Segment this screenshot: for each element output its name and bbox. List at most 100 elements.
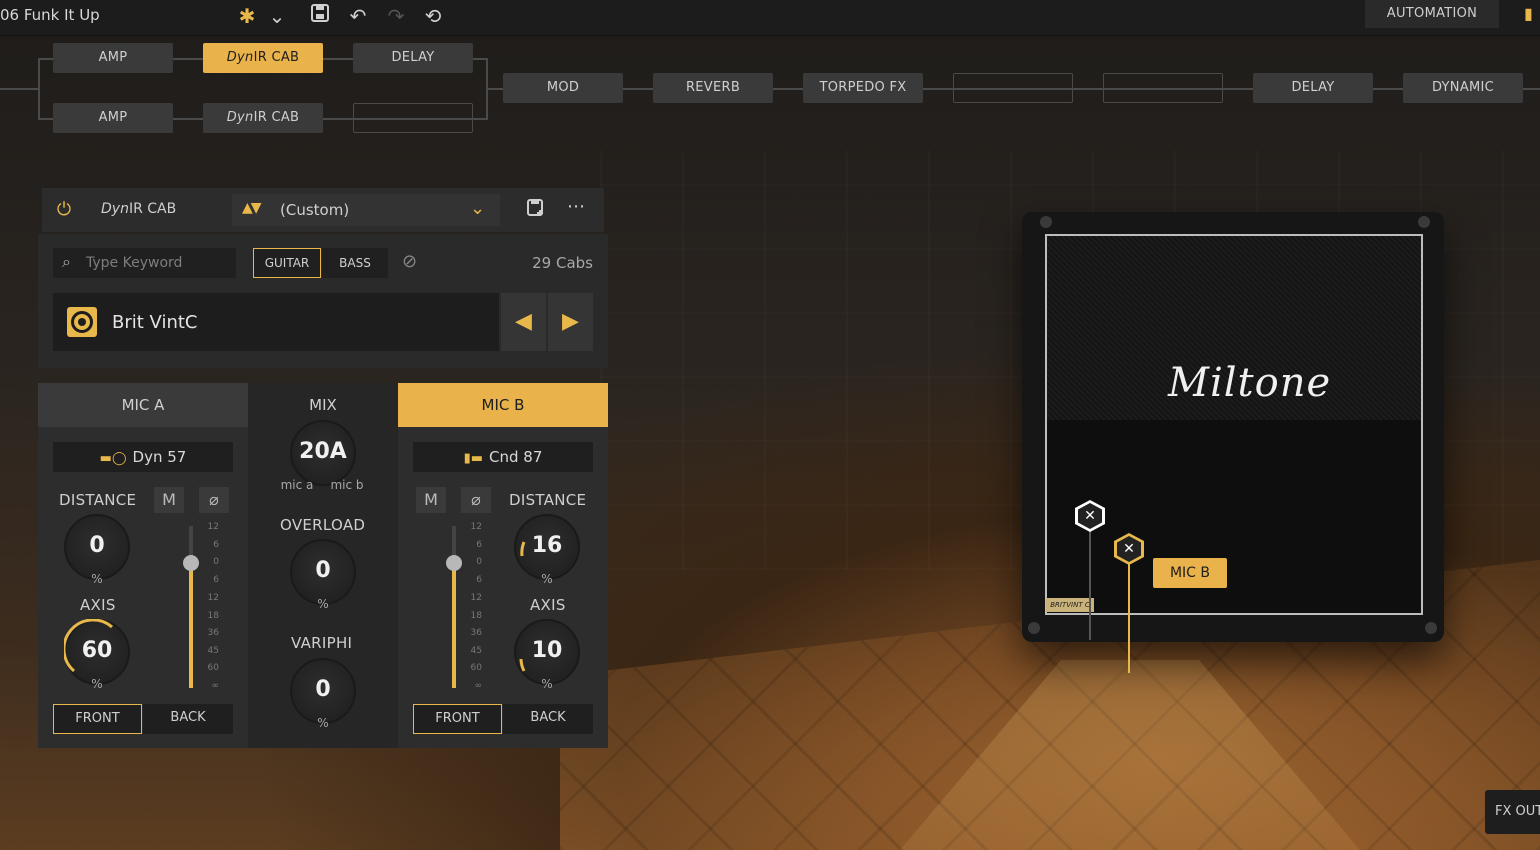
slot-label-italic: Dyn (226, 50, 254, 65)
favorite-star-icon[interactable]: ✱ (232, 2, 262, 30)
cab-count: 29 Cabs (532, 254, 593, 272)
bass-toggle[interactable]: BASS (322, 248, 388, 278)
slot-label: REVERB (685, 80, 741, 95)
chain-slot-empty[interactable] (1103, 73, 1223, 103)
chain-line (38, 58, 40, 118)
slot-label: DELAY (1291, 80, 1335, 95)
mic-a-fader-fill (189, 563, 193, 688)
mic-a-tab[interactable]: MIC A (38, 383, 248, 427)
close-icon: ✕ (1078, 503, 1102, 529)
overload-label: OVERLOAD (280, 516, 366, 534)
guitar-toggle[interactable]: GUITAR (253, 248, 321, 278)
undo-icon[interactable]: ↶ (343, 2, 373, 30)
chain-slot-dynamic[interactable]: DYNAMIC (1403, 73, 1523, 103)
scale-tick: 18 (207, 611, 219, 621)
scale-tick: 12 (470, 593, 482, 603)
scale-tick: 6 (213, 540, 219, 550)
mic-a-back-button[interactable]: BACK (143, 704, 233, 734)
cabinet-corner (1418, 216, 1430, 228)
save-preset-icon[interactable] (524, 198, 548, 223)
mic-b-axis-value: 10 (531, 638, 563, 663)
more-options-icon[interactable]: ⋯ (567, 196, 586, 217)
mic-b-mute-button[interactable]: M (416, 487, 446, 513)
cabinet-brand-logo: Miltone (1168, 360, 1332, 406)
scale-tick: 6 (213, 575, 219, 585)
slot-label: DELAY (391, 50, 435, 65)
mic-b-front-button[interactable]: FRONT (413, 704, 502, 734)
mic-b-fader-handle[interactable] (446, 555, 462, 571)
close-icon: ✕ (1117, 536, 1141, 562)
overload-unit: % (317, 597, 329, 611)
scale-tick: 60 (470, 663, 482, 673)
scale-tick: 0 (213, 557, 219, 567)
slot-label: AMP (98, 110, 128, 125)
variphi-value: 0 (315, 677, 331, 702)
mic-b-distance-label: DISTANCE (509, 491, 587, 509)
mic-a-axis-label: AXIS (80, 596, 116, 614)
scale-tick: 45 (207, 646, 219, 656)
fx-out-button[interactable]: FX OUT (1485, 790, 1540, 834)
scale-tick: 60 (207, 663, 219, 673)
mic-b-axis-label: AXIS (530, 596, 566, 614)
mic-a-front-button[interactable]: FRONT (53, 704, 142, 734)
chain-slot-mod[interactable]: MOD (503, 73, 623, 103)
condenser-mic-icon: ▮▬ (463, 451, 484, 466)
chain-slot-reverb[interactable]: REVERB (653, 73, 773, 103)
chain-slot-empty[interactable] (953, 73, 1073, 103)
chain-slot-delay-2[interactable]: DELAY (1253, 73, 1373, 103)
lock-icon[interactable]: ▮ (1524, 4, 1540, 24)
preset-arrows-icon[interactable]: ▲▼ (242, 200, 261, 216)
save-icon-svg (311, 4, 329, 22)
scale-tick: 12 (207, 593, 219, 603)
search-icon: ⌕ (62, 252, 71, 271)
slot-label: IR CAB (253, 50, 300, 65)
chevron-down-icon[interactable]: ⌄ (470, 198, 485, 219)
preset-title[interactable]: 06 Funk It Up (0, 6, 100, 24)
mic-b-phase-button[interactable]: ⌀ (461, 487, 491, 513)
next-cab-button[interactable]: ▶ (548, 293, 593, 351)
chain-slot-empty[interactable] (353, 103, 473, 133)
mic-a-distance-value: 0 (89, 533, 105, 558)
mic-a-axis-unit: % (91, 677, 103, 691)
redo-icon[interactable]: ↷ (381, 2, 411, 30)
slot-label: DYNAMIC (1431, 80, 1495, 95)
mic-b-model-select[interactable]: ▮▬ Cnd 87 (413, 442, 593, 472)
automation-button[interactable]: AUTOMATION (1365, 0, 1499, 28)
module-name-text: IR CAB (128, 201, 177, 217)
mic-a-mute-button[interactable]: M (154, 487, 184, 513)
search-input[interactable] (86, 252, 231, 274)
unlink-icon[interactable]: ⊘ (402, 251, 417, 272)
preset-select[interactable] (232, 194, 500, 226)
scale-tick: 6 (476, 575, 482, 585)
selected-cab-name: Brit VintC (112, 312, 198, 333)
chain-slot-delay-1[interactable]: DELAY (353, 43, 473, 73)
chain-slot-amp-2[interactable]: AMP (53, 103, 173, 133)
mic-a-distance-label: DISTANCE (59, 491, 137, 509)
chevron-down-icon[interactable]: ⌄ (262, 2, 292, 30)
chain-slot-torpedo-fx[interactable]: TORPEDO FX (803, 73, 923, 103)
top-bar (0, 0, 1540, 36)
chain-slot-amp-1[interactable]: AMP (53, 43, 173, 73)
slot-label-italic: Dyn (226, 110, 254, 125)
mic-b-back-button[interactable]: BACK (503, 704, 593, 734)
mic-b-tag: MIC B (1153, 558, 1227, 588)
mic-b-tab[interactable]: MIC B (398, 383, 608, 427)
history-icon[interactable]: ⟲ (418, 2, 448, 30)
slot-label: MOD (546, 80, 580, 95)
scale-tick: 36 (207, 628, 219, 638)
previous-cab-button[interactable]: ◀ (501, 293, 546, 351)
mic-a-model-select[interactable]: ▬◯ Dyn 57 (53, 442, 233, 472)
mic-a-fader-handle[interactable] (183, 555, 199, 571)
mic-a-distance-unit: % (91, 572, 103, 586)
mic-a-phase-button[interactable]: ⌀ (199, 487, 229, 513)
scale-tick: 36 (470, 628, 482, 638)
power-icon[interactable]: ⏻ (54, 199, 74, 221)
chain-slot-dynir-cab-1[interactable]: DynIR CAB (203, 43, 323, 73)
slot-label: IR CAB (253, 110, 300, 125)
mix-value: 20A (299, 439, 347, 464)
save-icon[interactable] (305, 2, 335, 30)
mic-b-distance-unit: % (541, 572, 553, 586)
chain-slot-dynir-cab-2[interactable]: DynIR CAB (203, 103, 323, 133)
speaker-icon (67, 307, 97, 337)
cabinet-corner (1040, 216, 1052, 228)
